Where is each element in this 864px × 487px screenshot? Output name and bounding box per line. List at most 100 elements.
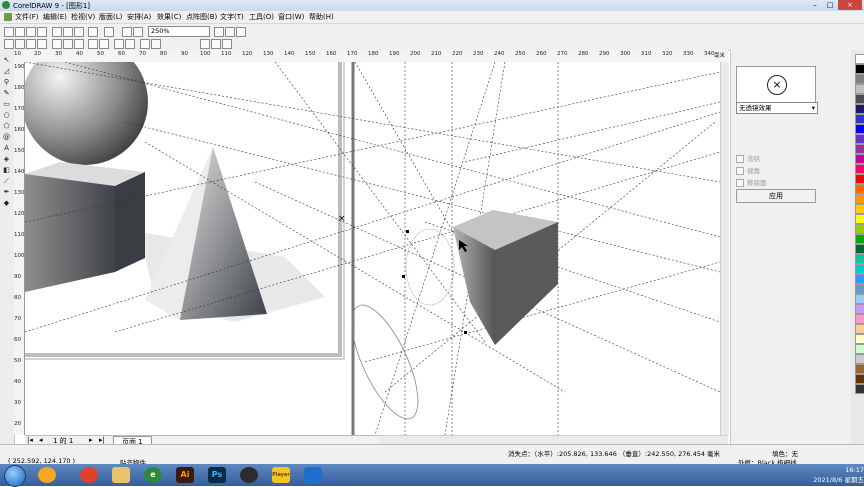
skew-icon[interactable] xyxy=(15,39,25,49)
text-tool-icon[interactable]: A xyxy=(2,144,11,153)
palette-swatch[interactable] xyxy=(855,134,864,144)
paint-bucket-icon[interactable] xyxy=(211,39,221,49)
palette-swatch[interactable] xyxy=(855,364,864,374)
menu-tools[interactable]: 工具(O) xyxy=(249,12,274,22)
open-icon[interactable] xyxy=(15,27,25,37)
eyedropper-icon[interactable] xyxy=(200,39,210,49)
palette-swatch[interactable] xyxy=(855,324,864,334)
whats-this-help-icon[interactable] xyxy=(236,27,246,37)
undo-icon[interactable] xyxy=(88,27,98,37)
spiral-tool-icon[interactable]: @ xyxy=(2,133,11,142)
last-page-button[interactable]: ▸| xyxy=(99,436,105,444)
palette-swatch[interactable] xyxy=(855,64,864,74)
export-icon[interactable] xyxy=(133,27,143,37)
palette-swatch[interactable] xyxy=(855,174,864,184)
palette-swatch[interactable] xyxy=(855,184,864,194)
menu-effects[interactable]: 效果(C) xyxy=(157,12,181,22)
save-icon[interactable] xyxy=(26,27,36,37)
player-icon[interactable]: Player xyxy=(272,467,290,483)
outline-tool-icon[interactable]: ✒ xyxy=(2,188,11,197)
menu-window[interactable]: 窗口(W) xyxy=(278,12,304,22)
prev-page-button[interactable]: ◂ xyxy=(39,436,43,444)
palette-swatch[interactable] xyxy=(855,284,864,294)
menu-arrange[interactable]: 安排(A) xyxy=(127,12,151,22)
palette-swatch[interactable] xyxy=(855,94,864,104)
fill-tool-icon[interactable]: ◆ xyxy=(2,199,11,208)
menu-layout[interactable]: 版面(L) xyxy=(99,12,122,22)
menu-text[interactable]: 文字(T) xyxy=(220,12,244,22)
palette-swatch[interactable] xyxy=(855,214,864,224)
envelope-icon[interactable] xyxy=(52,39,62,49)
maximize-button[interactable]: □ xyxy=(823,0,837,10)
cut-icon[interactable] xyxy=(52,27,62,37)
palette-swatch[interactable] xyxy=(855,294,864,304)
photoshop-icon[interactable]: Ps xyxy=(208,467,226,483)
vertical-ruler[interactable]: 190 180 170 160 150 140 130 120 110 100 … xyxy=(14,62,25,435)
media-player-icon[interactable] xyxy=(38,467,56,483)
palette-swatch[interactable] xyxy=(855,84,864,94)
menu-help[interactable]: 帮助(H) xyxy=(309,12,334,22)
first-page-button[interactable]: |◂ xyxy=(27,436,33,444)
viewpoint-checkbox[interactable]: 视角 xyxy=(736,165,760,175)
system-clock[interactable]: 16:17 2021/8/6 星期五 xyxy=(786,466,864,484)
freeze-checkbox[interactable]: 冻结 xyxy=(736,153,760,163)
lens-type-select[interactable]: 无透镜效果 ▾ xyxy=(736,102,818,114)
coreldraw-taskbar-icon[interactable] xyxy=(80,467,98,483)
pick-tool-icon[interactable]: ↖ xyxy=(2,56,11,65)
remove-face-checkbox[interactable]: 移除面 xyxy=(736,177,767,187)
node-edit-icon[interactable] xyxy=(151,39,161,49)
clear-effect-icon[interactable] xyxy=(125,39,135,49)
import-icon[interactable] xyxy=(122,27,132,37)
palette-swatch[interactable] xyxy=(855,194,864,204)
minimize-button[interactable]: – xyxy=(808,0,822,10)
distort-icon[interactable] xyxy=(26,39,36,49)
palette-swatch[interactable] xyxy=(855,144,864,154)
transparency-tool-icon[interactable]: ◧ xyxy=(2,166,11,175)
palette-swatch[interactable] xyxy=(855,354,864,364)
ellipse-tool-icon[interactable]: ○ xyxy=(2,111,11,120)
menu-file[interactable]: 文件(F) xyxy=(15,12,39,22)
video-capture-icon[interactable] xyxy=(304,467,322,483)
palette-swatch[interactable] xyxy=(855,244,864,254)
palette-swatch[interactable] xyxy=(855,74,864,84)
rectangle-tool-icon[interactable]: ▭ xyxy=(2,100,11,109)
text-style-icon[interactable] xyxy=(222,39,232,49)
next-page-button[interactable]: ▸ xyxy=(89,436,93,444)
file-explorer-icon[interactable] xyxy=(112,467,130,483)
close-button[interactable]: × xyxy=(838,0,862,10)
apply-button[interactable]: 应用 xyxy=(736,189,816,203)
palette-swatch[interactable] xyxy=(855,254,864,264)
palette-swatch[interactable] xyxy=(855,384,864,394)
extrude-icon[interactable] xyxy=(63,39,73,49)
palette-swatch[interactable] xyxy=(855,104,864,114)
start-button[interactable] xyxy=(4,465,26,487)
blend-icon[interactable] xyxy=(74,39,84,49)
palette-swatch[interactable] xyxy=(855,54,864,64)
palette-swatch[interactable] xyxy=(855,274,864,284)
contour-icon[interactable] xyxy=(88,39,98,49)
corel-launcher-icon[interactable] xyxy=(214,27,224,37)
zoom-level-select[interactable]: 250% xyxy=(148,26,210,37)
freehand-tool-icon[interactable]: ✎ xyxy=(2,89,11,98)
palette-swatch[interactable] xyxy=(855,264,864,274)
menu-edit[interactable]: 编辑(E) xyxy=(43,12,67,22)
palette-swatch[interactable] xyxy=(855,334,864,344)
cinema4d-icon[interactable] xyxy=(240,467,258,483)
palette-swatch[interactable] xyxy=(855,204,864,214)
browser-icon[interactable]: e xyxy=(144,467,162,483)
palette-swatch[interactable] xyxy=(855,234,864,244)
illustrator-icon[interactable]: Ai xyxy=(176,467,194,483)
copy-properties-icon[interactable] xyxy=(140,39,150,49)
redo-icon[interactable] xyxy=(104,27,114,37)
palette-swatch[interactable] xyxy=(855,154,864,164)
eyedropper-tool-icon[interactable]: ⟋ xyxy=(2,177,11,186)
new-icon[interactable] xyxy=(4,27,14,37)
powerclip-icon[interactable] xyxy=(114,39,124,49)
perspective-icon[interactable] xyxy=(37,39,47,49)
menu-view[interactable]: 检视(V) xyxy=(71,12,95,22)
palette-swatch[interactable] xyxy=(855,164,864,174)
paste-icon[interactable] xyxy=(74,27,84,37)
palette-swatch[interactable] xyxy=(855,124,864,134)
vertical-scrollbar[interactable] xyxy=(720,62,729,435)
shape-tool-icon[interactable]: ◿ xyxy=(2,67,11,76)
